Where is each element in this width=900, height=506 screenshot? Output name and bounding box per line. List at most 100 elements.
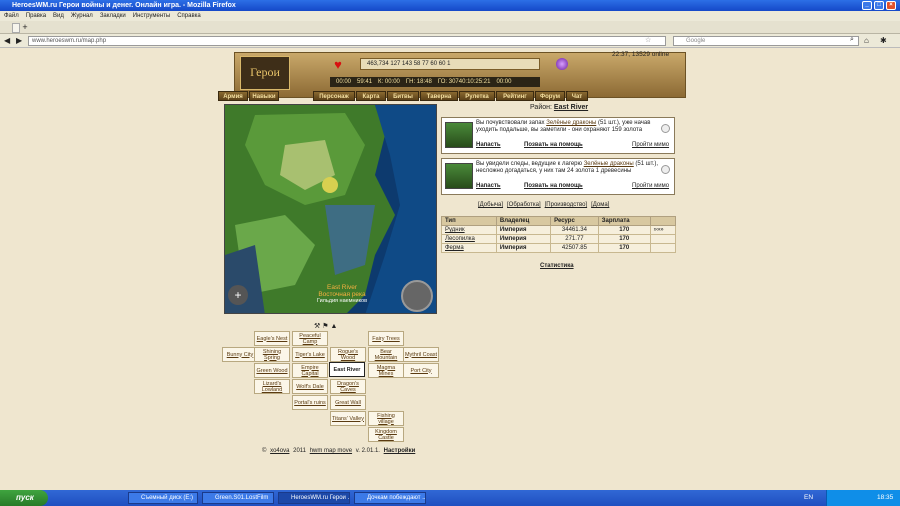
url-bar[interactable]: www.heroeswm.ru/map.php [28, 36, 666, 46]
menu-bookmarks[interactable]: Закладки [100, 13, 126, 19]
col-owner: Владелец [495, 216, 552, 226]
menu-tools[interactable]: Инструменты [133, 13, 170, 19]
maximize-button[interactable]: □ [874, 1, 884, 10]
event-monster-link[interactable]: Зелёные драконы [584, 161, 634, 167]
task-removable-disk[interactable]: Съемный диск (E:) [128, 492, 198, 504]
facility-link[interactable]: Лесопилка [441, 234, 497, 244]
region-kingdom-castle[interactable]: Kingdom Castle [368, 427, 404, 442]
resource-cell: 42507.85 [550, 243, 599, 253]
region-green-wood[interactable]: Green Wood [254, 363, 290, 378]
owner-cell: Империя [495, 243, 552, 253]
game-logo[interactable]: Герои [240, 56, 290, 90]
menu-help[interactable]: Справка [177, 13, 201, 19]
region-great-wall[interactable]: Great Wall [330, 395, 366, 410]
region-rogues-wood[interactable]: Rogue's Wood [330, 347, 366, 362]
region-mythril-coast[interactable]: Mythril Coast [403, 347, 439, 362]
minimize-button[interactable]: _ [862, 1, 872, 10]
region-peaceful-camp[interactable]: Peaceful Camp [292, 331, 328, 346]
nav-tavern[interactable]: Таверна [420, 91, 458, 101]
region-east-river-current[interactable]: East River [329, 362, 365, 377]
menu-edit[interactable]: Правка [26, 13, 46, 19]
attack-link[interactable]: Напасть [476, 183, 501, 189]
tab-production[interactable]: [Производство] [545, 202, 587, 208]
region-bear-mountain[interactable]: Bear Mountain [368, 347, 404, 362]
map-tools-icons[interactable]: ⚒ ⚑ ▲ [314, 322, 337, 330]
facilities-table: Тип Владелец Ресурс Зарплата Рудник Империя 3… [441, 216, 677, 253]
app-link[interactable]: hwm map move [310, 448, 352, 454]
region-eagles-nest[interactable]: Eagle's Nest [254, 331, 290, 346]
settings-link[interactable]: Настройки [384, 448, 416, 454]
browser-tab[interactable] [12, 23, 20, 33]
back-icon[interactable]: ◀ [4, 36, 10, 45]
region-fishing-village[interactable]: Fishing village [368, 411, 404, 426]
nav-battles[interactable]: Битвы [387, 91, 419, 101]
nav-army[interactable]: Армия [218, 91, 248, 101]
statistics-link[interactable]: Статистика [540, 263, 574, 269]
region-port-city[interactable]: Port City [403, 363, 439, 378]
resource-tabs: [Добыча] [Обработка] [Производство] [Дома] [478, 202, 613, 208]
home-icon[interactable]: ⌂ [864, 36, 869, 45]
region-lizards-lowland[interactable]: Lizard's Lowland [254, 379, 290, 394]
menu-file[interactable]: Файл [4, 13, 19, 19]
region-fairy-trees[interactable]: Fairy Trees [368, 331, 404, 346]
addon-icon[interactable]: ✱ [880, 36, 887, 45]
footer-year: 2011 [291, 448, 308, 454]
tab-mining[interactable]: [Добыча] [478, 202, 503, 208]
pass-by-link[interactable]: Пройти мимо [632, 183, 669, 189]
menubar: Файл Правка Вид Журнал Закладки Инструменты Сп… [0, 11, 900, 21]
world-map[interactable]: + [224, 104, 437, 314]
task-other[interactable]: Дочкам побеждают ... [354, 492, 426, 504]
col-salary: Зарплата [597, 216, 651, 226]
call-help-link[interactable]: Позвать на помощь [524, 183, 583, 189]
forward-icon[interactable]: ▶ [16, 36, 22, 45]
salary-cell: 170 [597, 225, 651, 235]
tab-houses[interactable]: [Дома] [591, 202, 609, 208]
search-icon[interactable]: ⌕ [850, 36, 854, 44]
region-empire-capital[interactable]: Empire Capital [292, 363, 328, 378]
event-radio[interactable] [661, 165, 670, 174]
map-location-label: East River Восточная река Гильдия наемни… [302, 284, 382, 305]
region-wolfs-dale[interactable]: Wolf's Dale [292, 379, 328, 394]
nav-character[interactable]: Персонаж [313, 91, 355, 101]
search-input[interactable]: Google [673, 36, 859, 46]
region-shining-spring[interactable]: Shining Spring [254, 347, 290, 362]
mana-orb-icon [556, 58, 568, 70]
attack-link[interactable]: Напасть [476, 142, 501, 148]
region-bunny-city[interactable]: Bunny City [222, 347, 258, 362]
region-tigers-lake[interactable]: Tiger's Lake [292, 347, 328, 362]
facility-link[interactable]: Рудник [441, 225, 497, 235]
zoom-icon[interactable]: + [228, 285, 248, 305]
nav-forum[interactable]: Форум [535, 91, 565, 101]
call-help-link[interactable]: Позвать на помощь [524, 142, 583, 148]
nav-chat[interactable]: Чат [566, 91, 588, 101]
menu-history[interactable]: Журнал [71, 13, 93, 19]
region-magma-mines[interactable]: Magma Mines [368, 363, 404, 378]
extra-cell[interactable]: »»» [649, 225, 677, 235]
nav-roulette[interactable]: Рулетка [459, 91, 495, 101]
nav-map[interactable]: Карта [356, 91, 386, 101]
menu-view[interactable]: Вид [53, 13, 64, 19]
facility-link[interactable]: Ферма [441, 243, 497, 253]
start-button[interactable]: пуск [0, 490, 48, 506]
event-radio[interactable] [661, 124, 670, 133]
nav-rating[interactable]: Рейтинг [496, 91, 534, 101]
language-indicator[interactable]: EN [804, 494, 813, 501]
region-portals-ruins[interactable]: Portal's ruins [292, 395, 328, 410]
author-link[interactable]: xo4ova [270, 448, 289, 454]
close-button[interactable]: × [886, 1, 896, 10]
tab-processing[interactable]: [Обработка] [507, 202, 541, 208]
map-compass[interactable] [401, 280, 433, 312]
star-icon[interactable]: ☆ [645, 36, 651, 44]
region-titans-valley[interactable]: Titans' Valley [330, 411, 366, 426]
task-lostfilm[interactable]: Green.S01.LostFilm [202, 492, 274, 504]
nav-skills[interactable]: Навыки [249, 91, 279, 101]
event-monster-link[interactable]: Зелёные драконы [546, 120, 596, 126]
region-dragons-caves[interactable]: Dragon's Caves [330, 379, 366, 394]
map-location-sub: Восточная река [318, 291, 366, 298]
new-tab-button[interactable]: + [20, 23, 30, 33]
region-name[interactable]: East River [554, 104, 588, 111]
clock: 18:35 [877, 494, 894, 501]
timer: К: 00:00 [378, 79, 400, 85]
task-heroeswm[interactable]: HeroesWM.ru Герои ... [278, 492, 350, 504]
pass-by-link[interactable]: Пройти мимо [632, 142, 669, 148]
